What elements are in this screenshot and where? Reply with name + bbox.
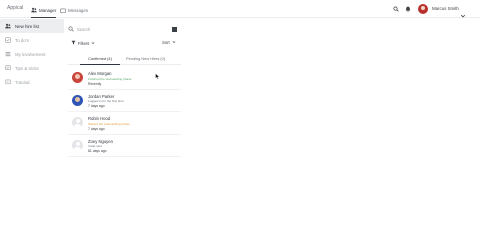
checklist-icon	[5, 37, 11, 43]
list-item[interactable]: Robin Hood Started the preboarding phase…	[68, 112, 181, 135]
hire-status: Invite sent	[88, 144, 103, 148]
hire-tabs: Confirmed (4) Pending New Hires (0)	[68, 54, 181, 65]
tab-pending-new-hires[interactable]: Pending New Hires (0)	[126, 56, 165, 64]
hire-time: 7 days ago	[88, 104, 105, 108]
sidebar-item-label: Tutorial	[15, 79, 30, 85]
chat-icon	[60, 8, 66, 14]
sidebar-item-new-hire-list[interactable]: New hire list	[0, 19, 64, 33]
hire-name: Zoey Nguyen	[88, 138, 113, 144]
sidebar-item-label: My involvement	[15, 51, 46, 57]
chevron-down-icon	[91, 41, 95, 46]
sidebar-item-tutorial[interactable]: Tutorial	[0, 75, 64, 89]
sidebar-item-label: Tips & tricks	[15, 65, 39, 71]
search-icon[interactable]	[392, 5, 400, 13]
hire-time: 81 days ago	[88, 149, 107, 153]
chevron-down-icon[interactable]	[460, 6, 466, 18]
hire-time: 7 days ago	[88, 126, 105, 131]
hire-status: Logged in for the first time	[88, 99, 124, 103]
filter-icon	[71, 40, 76, 46]
user-name[interactable]: Marcus Smith	[432, 6, 459, 11]
people-icon	[31, 7, 37, 13]
mouse-cursor-icon	[155, 67, 160, 80]
avatar	[72, 94, 83, 106]
avatar	[72, 72, 83, 83]
user-avatar[interactable]	[418, 4, 428, 14]
sidebar-item-tips-tricks[interactable]: Tips & tricks	[0, 61, 64, 75]
hire-status: Finished the preboarding phase	[88, 76, 132, 81]
bell-icon[interactable]	[404, 5, 412, 13]
search-icon	[68, 26, 74, 32]
tab-manager-label: Manager	[39, 7, 57, 13]
list-item[interactable]: Zoey Nguyen Invite sent 81 days ago	[68, 135, 181, 157]
people-icon	[5, 23, 11, 29]
tab-manager[interactable]: Manager	[31, 3, 57, 18]
brand-logo[interactable]: Appical	[7, 5, 23, 11]
hire-time: Recently	[88, 81, 102, 86]
hire-status: Started the preboarding phase	[88, 121, 130, 126]
list-item[interactable]: Alex Morgan Finished the preboarding pha…	[68, 67, 181, 90]
avatar	[72, 117, 83, 128]
list-icon	[5, 51, 11, 57]
hire-name: Alex Morgan	[88, 71, 112, 76]
sort-label: Sort	[162, 40, 170, 45]
tab-confirmed[interactable]: Confirmed (4)	[80, 56, 120, 65]
filters-label: Filters	[78, 40, 90, 46]
video-icon	[5, 79, 11, 85]
search-bar	[68, 25, 178, 33]
hire-name: Jordan Parker	[88, 93, 115, 99]
avatar	[72, 139, 83, 151]
tab-messages[interactable]: Messages	[60, 3, 88, 18]
list-item[interactable]: Jordan Parker Logged in for the first ti…	[68, 90, 181, 112]
sidebar-item-to-dos[interactable]: To do's	[0, 33, 64, 47]
sort-button[interactable]: Sort	[162, 40, 176, 45]
qr-code-icon[interactable]	[172, 27, 177, 32]
sidebar-item-label: To do's	[15, 37, 29, 43]
filters-button[interactable]: Filters	[71, 40, 95, 46]
tab-messages-label: Messages	[68, 8, 89, 13]
sidebar: New hire list To do's My involvement Tip…	[0, 19, 64, 89]
chevron-down-icon	[172, 40, 176, 45]
sidebar-item-label: New hire list	[15, 23, 39, 29]
lightbulb-icon	[5, 65, 11, 71]
sidebar-item-my-involvement[interactable]: My involvement	[0, 47, 64, 61]
new-hire-list: Alex Morgan Finished the preboarding pha…	[68, 67, 181, 157]
hire-name: Robin Hood	[88, 116, 111, 121]
search-input[interactable]	[77, 26, 167, 32]
top-bar: Appical Manager Messages Marcus Smith	[0, 0, 480, 18]
